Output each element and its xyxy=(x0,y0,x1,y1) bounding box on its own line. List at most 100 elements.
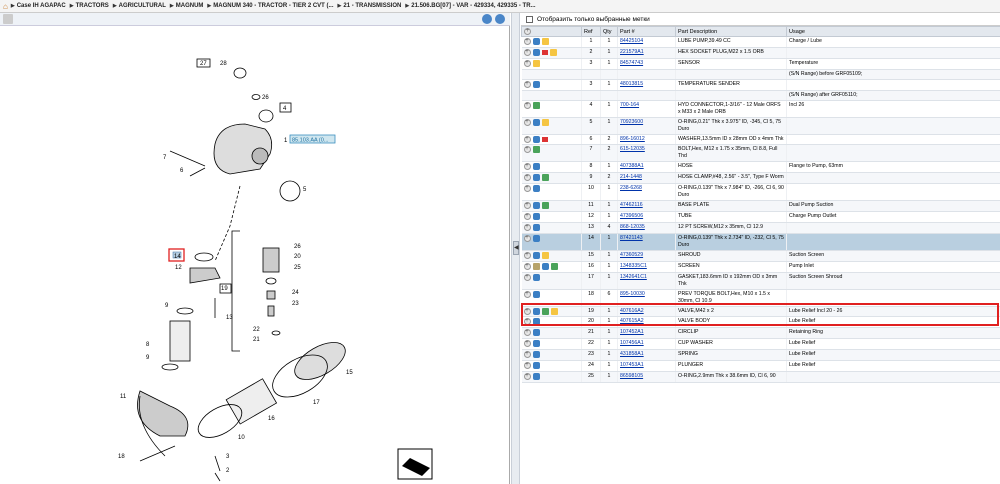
table-row[interactable]: +4 1 700-164 HYD CONNECTOR,1-3/16" - 12 Mal… xyxy=(521,100,1000,118)
cell-part[interactable]: 107456A1 xyxy=(617,338,676,350)
cell-part[interactable]: 1348335C1 xyxy=(617,261,676,273)
home-icon[interactable]: ⌂ xyxy=(3,2,8,11)
cell-part[interactable]: 47462116 xyxy=(617,200,676,212)
info-icon[interactable] xyxy=(532,251,540,259)
cell-part[interactable]: 1342641C1 xyxy=(617,272,676,290)
info-icon[interactable] xyxy=(532,185,540,193)
cell-part[interactable]: 615-12035 xyxy=(617,144,676,163)
cube-icon[interactable] xyxy=(541,118,549,126)
add-to-cart-icon[interactable]: + xyxy=(523,273,531,281)
cell-part[interactable]: 238-6268 xyxy=(617,183,676,202)
part-number-link[interactable]: 48013815 xyxy=(620,81,643,87)
info-icon[interactable] xyxy=(532,223,540,231)
part-number-link[interactable]: 700-164 xyxy=(620,102,639,108)
callout[interactable]: 18 xyxy=(118,454,125,460)
part-number-link[interactable]: 1348335C1 xyxy=(620,263,647,269)
part-number-link[interactable]: 615-12035 xyxy=(620,146,645,152)
part-number-link[interactable]: 47360529 xyxy=(620,252,643,258)
cube-icon[interactable] xyxy=(541,38,549,45)
breadcrumb-item[interactable]: 21 - TRANSMISSION xyxy=(338,3,401,9)
cell-part[interactable]: 407388A1 xyxy=(617,161,676,174)
cell-part[interactable]: 47396506 xyxy=(617,211,676,223)
part-number-link[interactable]: 1342641C1 xyxy=(620,274,647,280)
table-row[interactable]: +14 1 87421143 O-RING,0.139" Thk x 2.734" I… xyxy=(521,233,1000,251)
cube-icon[interactable] xyxy=(549,48,557,56)
callout[interactable]: 20 xyxy=(294,254,301,260)
callout[interactable]: 21 xyxy=(253,337,260,343)
breadcrumb-item[interactable]: 21.506.BG[07] - VAR - 429334, 429335 - T… xyxy=(405,3,535,9)
cell-part[interactable]: 107452A1 xyxy=(617,327,676,340)
callout[interactable]: 4 xyxy=(283,106,287,112)
cell-part[interactable]: 407615A2 xyxy=(617,316,676,329)
add-to-cart-icon[interactable]: + xyxy=(523,318,531,326)
box-icon[interactable] xyxy=(532,262,540,270)
next-arrow-icon[interactable] xyxy=(495,14,505,24)
table-row[interactable]: +17 1 1342641C1 GASKET,183.6mm ID x 192mm O… xyxy=(521,272,1000,290)
add-to-cart-icon[interactable]: + xyxy=(523,213,531,220)
cell-part[interactable]: 214-1448 xyxy=(617,172,676,185)
info-icon[interactable] xyxy=(532,372,540,380)
add-to-cart-icon[interactable]: + xyxy=(523,80,531,88)
info-icon[interactable] xyxy=(532,290,540,298)
callout[interactable]: 9 xyxy=(165,303,169,309)
table-row[interactable]: +1 1 84425104 LUBE PUMP,39.49 CC Charge / Lu… xyxy=(521,36,1000,48)
part-number-link[interactable]: 214-1448 xyxy=(620,174,642,180)
add-to-cart-icon[interactable]: + xyxy=(523,48,531,56)
table-row[interactable]: +22 1 107456A1 CUP WASHER Lube Relief xyxy=(521,338,1000,350)
add-to-cart-icon[interactable]: + xyxy=(523,59,531,67)
info-icon[interactable] xyxy=(532,38,540,45)
callout[interactable]: 28 xyxy=(220,61,227,67)
callout[interactable]: 19 xyxy=(221,286,228,292)
callout[interactable]: 5 xyxy=(303,187,307,193)
breadcrumb-item[interactable]: AGRICULTURAL xyxy=(113,3,166,9)
callout[interactable]: 3 xyxy=(226,454,230,460)
cell-part[interactable]: 84574743 xyxy=(617,58,676,70)
callout[interactable]: 2 xyxy=(226,468,230,474)
callout[interactable]: 13 xyxy=(226,315,233,321)
add-to-cart-icon[interactable]: + xyxy=(523,351,531,358)
part-number-link[interactable]: 896-16012 xyxy=(620,136,645,142)
table-row[interactable]: +24 1 107453A1 PLUNGER Lube Relief xyxy=(521,360,1000,372)
callout[interactable]: 26 xyxy=(294,244,301,250)
cell-part[interactable] xyxy=(617,90,676,101)
add-to-cart-icon[interactable]: + xyxy=(523,251,531,259)
collapse-handle-icon[interactable]: ◀ xyxy=(513,241,519,255)
cube-icon[interactable] xyxy=(550,307,558,315)
add-to-cart-icon[interactable]: + xyxy=(523,262,531,270)
callout[interactable]: 26 xyxy=(262,95,269,101)
table-row[interactable]: (S/N Range) after GRF05110; xyxy=(521,90,1000,101)
info-icon[interactable] xyxy=(541,262,549,270)
part-number-link[interactable]: 84574743 xyxy=(620,60,643,66)
arrow-icon[interactable] xyxy=(541,202,549,210)
add-to-cart-icon[interactable]: + xyxy=(523,234,531,242)
table-row[interactable]: +5 1 70923600 O-RING,0.21" Thk x 3.975" ID,… xyxy=(521,117,1000,135)
breadcrumb-item[interactable]: MAGNUM 340 - TRACTOR - TIER 2 CVT (... xyxy=(207,3,333,9)
part-number-link[interactable]: 84425104 xyxy=(620,38,643,44)
callout[interactable]: 23 xyxy=(292,301,299,307)
add-to-cart-icon[interactable]: + xyxy=(523,340,531,348)
info-icon[interactable] xyxy=(532,80,540,88)
callout[interactable]: 6 xyxy=(180,168,184,174)
breadcrumb-item[interactable]: TRACTORS xyxy=(70,3,109,9)
part-number-link[interactable]: 87421143 xyxy=(620,235,643,241)
col-header-qty[interactable]: Qty xyxy=(600,26,618,37)
add-to-cart-icon[interactable]: + xyxy=(523,361,531,369)
table-row[interactable]: +3 1 84574743 SENSOR Temperature xyxy=(521,58,1000,70)
add-to-cart-icon[interactable]: + xyxy=(523,329,531,337)
info-icon[interactable] xyxy=(532,135,540,143)
add-to-cart-icon[interactable]: + xyxy=(523,223,531,231)
info-icon[interactable] xyxy=(532,174,540,182)
arrow-icon[interactable] xyxy=(541,174,549,182)
part-number-link[interactable]: 431858A1 xyxy=(620,351,644,357)
cell-part[interactable]: 70923600 xyxy=(617,117,676,135)
breadcrumb-item[interactable]: MAGNUM xyxy=(170,3,204,9)
callout[interactable]: 25 xyxy=(294,265,301,271)
part-number-link[interactable]: 238-6268 xyxy=(620,185,642,191)
info-icon[interactable] xyxy=(532,118,540,126)
add-to-cart-icon[interactable]: + xyxy=(523,146,531,154)
table-row[interactable]: +15 1 47360529 SHROUD Suction Screen xyxy=(521,250,1000,262)
part-number-link[interactable]: 86598105 xyxy=(620,373,643,379)
callout[interactable]: 1 xyxy=(284,138,288,144)
table-row[interactable]: +6 2 896-16012 WASHER,13.5mm ID x 28mm OD x… xyxy=(521,134,1000,146)
add-to-cart-icon[interactable]: + xyxy=(523,163,531,171)
